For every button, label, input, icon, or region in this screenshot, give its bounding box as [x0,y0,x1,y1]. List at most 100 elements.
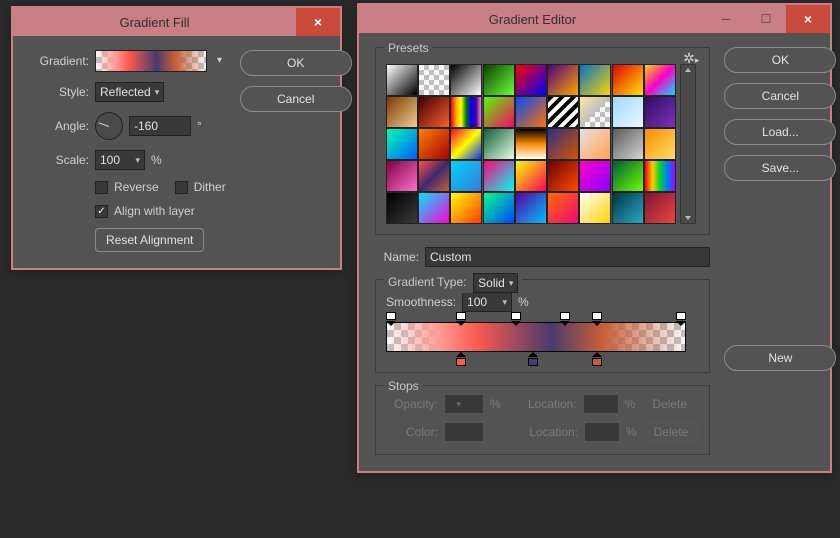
gradient-type-select[interactable]: Solid ▾ [473,273,518,293]
gradient-editor-title: Gradient Editor [359,12,706,27]
dither-checkbox[interactable] [175,181,188,194]
opacity-stop[interactable] [456,312,466,326]
preset-swatch[interactable] [483,160,515,192]
preset-swatch[interactable] [386,96,418,128]
preset-swatch[interactable] [579,192,611,224]
reset-alignment-button[interactable]: Reset Alignment [95,228,204,252]
angle-dial[interactable] [95,112,123,140]
preset-swatch[interactable] [644,192,676,224]
preset-swatch[interactable] [418,96,450,128]
smoothness-label: Smoothness: [386,295,456,309]
preset-swatch[interactable] [579,64,611,96]
preset-scrollbar[interactable] [680,64,696,224]
preset-swatch[interactable] [644,128,676,160]
gradient-bar-wrap [386,322,686,352]
style-value: Reflected [100,85,151,99]
location-label: Location: [507,397,577,411]
gradient-editor-titlebar[interactable]: Gradient Editor ─ ☐ × [359,5,830,33]
align-checkbox[interactable]: ✓ [95,205,108,218]
preset-swatch[interactable] [418,160,450,192]
cancel-button[interactable]: Cancel [240,86,352,112]
preset-swatch[interactable] [644,160,676,192]
preset-swatch[interactable] [579,160,611,192]
angle-input[interactable] [129,116,191,136]
scale-label: Scale: [29,153,89,167]
preset-swatch[interactable] [612,64,644,96]
close-icon[interactable]: × [296,8,340,36]
ok-button[interactable]: OK [724,47,836,73]
preset-swatch[interactable] [386,192,418,224]
name-input[interactable] [425,247,710,267]
minimize-icon[interactable]: ─ [706,8,746,30]
preset-swatch[interactable] [579,128,611,160]
preset-swatch[interactable] [547,192,579,224]
preset-swatch[interactable] [450,64,482,96]
color-label: Color: [386,425,438,439]
angle-row: Angle: ° [29,112,226,140]
preset-swatch[interactable] [386,64,418,96]
smoothness-select[interactable]: 100 ▾ [462,292,512,312]
preset-swatch[interactable] [612,96,644,128]
dither-checkbox-row[interactable]: Dither [175,180,226,194]
preset-swatch[interactable] [450,128,482,160]
opacity-stop[interactable] [560,312,570,326]
preset-swatch[interactable] [547,64,579,96]
preset-swatch[interactable] [483,192,515,224]
preset-swatch[interactable] [612,160,644,192]
preset-swatch[interactable] [386,160,418,192]
align-checkbox-row[interactable]: ✓ Align with layer [95,204,226,218]
opacity-stop[interactable] [592,312,602,326]
preset-swatch[interactable] [450,160,482,192]
ok-button[interactable]: OK [240,50,352,76]
preset-swatch[interactable] [644,64,676,96]
preset-swatch[interactable] [612,128,644,160]
gradient-bar[interactable] [386,322,686,352]
opacity-stop[interactable] [511,312,521,326]
color-stop[interactable] [592,352,602,366]
preset-swatch[interactable] [515,128,547,160]
presets-fieldset: Presets ✲▸ [375,47,710,235]
style-select[interactable]: Reflected ▾ [95,82,164,102]
opacity-location-input [583,394,619,414]
cancel-button[interactable]: Cancel [724,83,836,109]
opacity-stop[interactable] [386,312,396,326]
preset-swatch[interactable] [612,192,644,224]
preset-swatch[interactable] [450,192,482,224]
preset-swatch[interactable] [450,96,482,128]
gradient-fill-titlebar[interactable]: Gradient Fill × [13,8,340,36]
preset-swatch[interactable] [386,128,418,160]
align-label: Align with layer [114,204,195,218]
percent-label: % [490,397,501,411]
delete-opacity-stop-button: Delete [641,394,698,414]
preset-swatch[interactable] [483,128,515,160]
preset-swatch[interactable] [515,64,547,96]
gradient-label: Gradient: [29,54,89,68]
preset-swatch[interactable] [579,96,611,128]
preset-swatch[interactable] [644,96,676,128]
save-button[interactable]: Save... [724,155,836,181]
preset-swatch[interactable] [418,192,450,224]
new-button[interactable]: New [724,345,836,371]
preset-swatch[interactable] [418,128,450,160]
gradient-swatch[interactable]: ▾ [95,50,207,72]
preset-swatch[interactable] [483,64,515,96]
preset-swatch[interactable] [547,96,579,128]
reverse-checkbox-row[interactable]: Reverse [95,180,159,194]
preset-swatch[interactable] [515,96,547,128]
gradient-swatch-dropdown[interactable]: ▾ [217,55,222,66]
preset-swatch[interactable] [418,64,450,96]
name-row: Name: [375,247,710,267]
reverse-checkbox[interactable] [95,181,108,194]
color-stop[interactable] [456,352,466,366]
scale-select[interactable]: 100 ▾ [95,150,145,170]
preset-swatch[interactable] [515,160,547,192]
preset-swatch[interactable] [515,192,547,224]
opacity-stop[interactable] [676,312,686,326]
preset-swatch[interactable] [483,96,515,128]
color-stop[interactable] [528,352,538,366]
maximize-icon[interactable]: ☐ [746,8,786,30]
load-button[interactable]: Load... [724,119,836,145]
close-icon[interactable]: × [786,5,830,33]
preset-swatch[interactable] [547,160,579,192]
preset-swatch[interactable] [547,128,579,160]
